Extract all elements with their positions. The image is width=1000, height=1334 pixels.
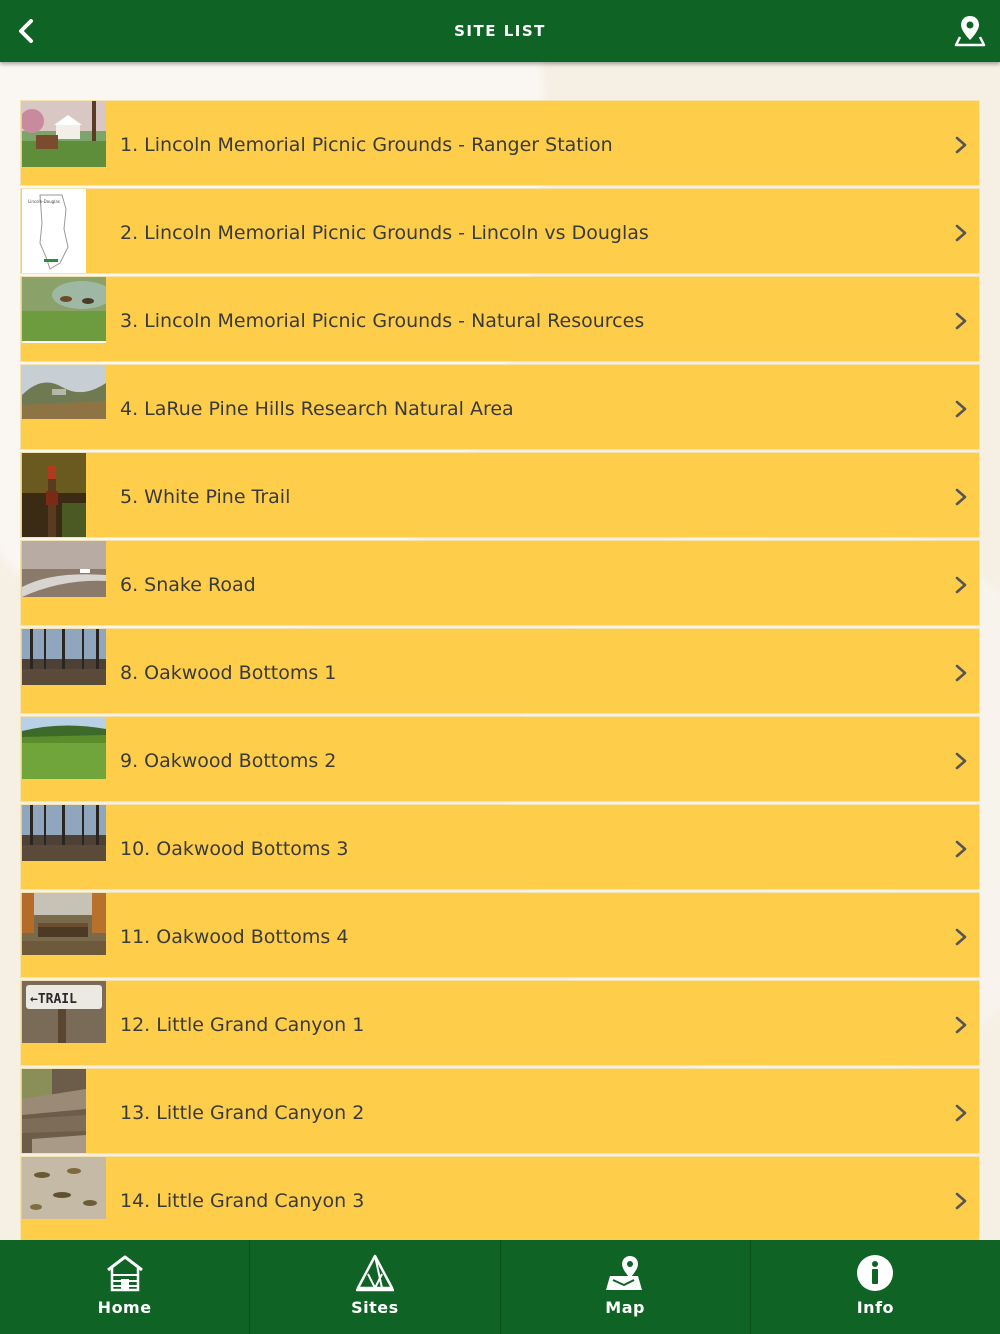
site-name: 8. Oakwood Bottoms 1 [120, 662, 337, 684]
site-list-item[interactable]: 5. White Pine Trail [20, 452, 980, 538]
site-list-item[interactable]: 10. Oakwood Bottoms 3 [20, 804, 980, 890]
site-list-item[interactable]: 3. Lincoln Memorial Picnic Grounds - Nat… [20, 276, 980, 362]
site-thumbnail [22, 1157, 106, 1240]
bottom-tab-bar: Home Sites Map Info [0, 1240, 1000, 1334]
site-list-item[interactable]: ←TRAIL 12. Little Grand Canyon 1 [20, 980, 980, 1066]
svg-text:Lincoln-Douglas: Lincoln-Douglas [28, 199, 60, 204]
chevron-right-icon [955, 840, 967, 858]
site-list-item[interactable]: 11. Oakwood Bottoms 4 [20, 892, 980, 978]
tent-icon [355, 1254, 394, 1292]
chevron-right-icon [955, 752, 967, 770]
tab-map[interactable]: Map [501, 1240, 751, 1334]
location-pin-icon [954, 16, 986, 47]
site-list-item[interactable]: 1. Lincoln Memorial Picnic Grounds - Ran… [20, 100, 980, 186]
chevron-right-icon [955, 1192, 967, 1210]
tab-home[interactable]: Home [0, 1240, 251, 1334]
site-thumbnail [22, 629, 106, 713]
site-list-item[interactable]: 13. Little Grand Canyon 2 [20, 1068, 980, 1154]
site-thumbnail [22, 101, 106, 185]
site-name: 4. LaRue Pine Hills Research Natural Are… [120, 398, 514, 420]
site-name: 13. Little Grand Canyon 2 [120, 1102, 365, 1124]
chevron-right-icon [955, 488, 967, 506]
chevron-right-icon [955, 136, 967, 154]
site-thumbnail: Lincoln-Douglas [22, 189, 86, 273]
site-list-item[interactable]: 8. Oakwood Bottoms 1 [20, 628, 980, 714]
chevron-right-icon [955, 576, 967, 594]
chevron-right-icon [955, 224, 967, 242]
chevron-right-icon [955, 400, 967, 418]
top-nav-bar: SITE LIST [0, 0, 1000, 62]
site-thumbnail [22, 277, 106, 361]
site-name: 9. Oakwood Bottoms 2 [120, 750, 337, 772]
site-thumbnail [22, 893, 106, 977]
site-list-item[interactable]: 4. LaRue Pine Hills Research Natural Are… [20, 364, 980, 450]
site-thumbnail [22, 717, 106, 801]
tab-sites-label: Sites [351, 1298, 399, 1317]
chevron-right-icon [955, 1104, 967, 1122]
tab-home-label: Home [97, 1298, 152, 1317]
site-name: 6. Snake Road [120, 574, 256, 596]
site-name: 14. Little Grand Canyon 3 [120, 1190, 365, 1212]
tab-sites[interactable]: Sites [250, 1240, 501, 1334]
site-thumbnail [22, 453, 86, 537]
tab-map-label: Map [605, 1298, 645, 1317]
page-title: SITE LIST [454, 22, 546, 40]
site-list-item[interactable]: 6. Snake Road [20, 540, 980, 626]
info-icon [857, 1255, 894, 1291]
site-list-item[interactable]: 14. Little Grand Canyon 3 [20, 1156, 980, 1240]
site-thumbnail [22, 1069, 86, 1153]
site-list: 1. Lincoln Memorial Picnic Grounds - Ran… [20, 100, 980, 1240]
site-name: 3. Lincoln Memorial Picnic Grounds - Nat… [120, 310, 645, 332]
chevron-right-icon [955, 928, 967, 946]
site-name: 5. White Pine Trail [120, 486, 291, 508]
chevron-right-icon [955, 664, 967, 682]
site-thumbnail [22, 365, 106, 449]
site-list-item[interactable]: 9. Oakwood Bottoms 2 [20, 716, 980, 802]
tab-info-label: Info [856, 1298, 895, 1317]
site-name: 11. Oakwood Bottoms 4 [120, 926, 349, 948]
map-pin-icon [606, 1256, 643, 1290]
map-view-button[interactable] [950, 11, 990, 51]
site-name: 10. Oakwood Bottoms 3 [120, 838, 349, 860]
site-thumbnail: ←TRAIL [22, 981, 106, 1065]
chevron-right-icon [955, 312, 967, 330]
site-name: 12. Little Grand Canyon 1 [120, 1014, 365, 1036]
thumbnail-sign-text: ←TRAIL [30, 992, 77, 1007]
site-name: 1. Lincoln Memorial Picnic Grounds - Ran… [120, 134, 613, 156]
site-thumbnail [22, 805, 106, 889]
chevron-right-icon [955, 1016, 967, 1034]
site-thumbnail [22, 541, 106, 625]
cabin-icon [106, 1255, 143, 1292]
site-name: 2. Lincoln Memorial Picnic Grounds - Lin… [120, 222, 649, 244]
tab-info[interactable]: Info [751, 1240, 1000, 1334]
site-list-item[interactable]: Lincoln-Douglas 2. Lincoln Memorial Picn… [20, 188, 980, 274]
